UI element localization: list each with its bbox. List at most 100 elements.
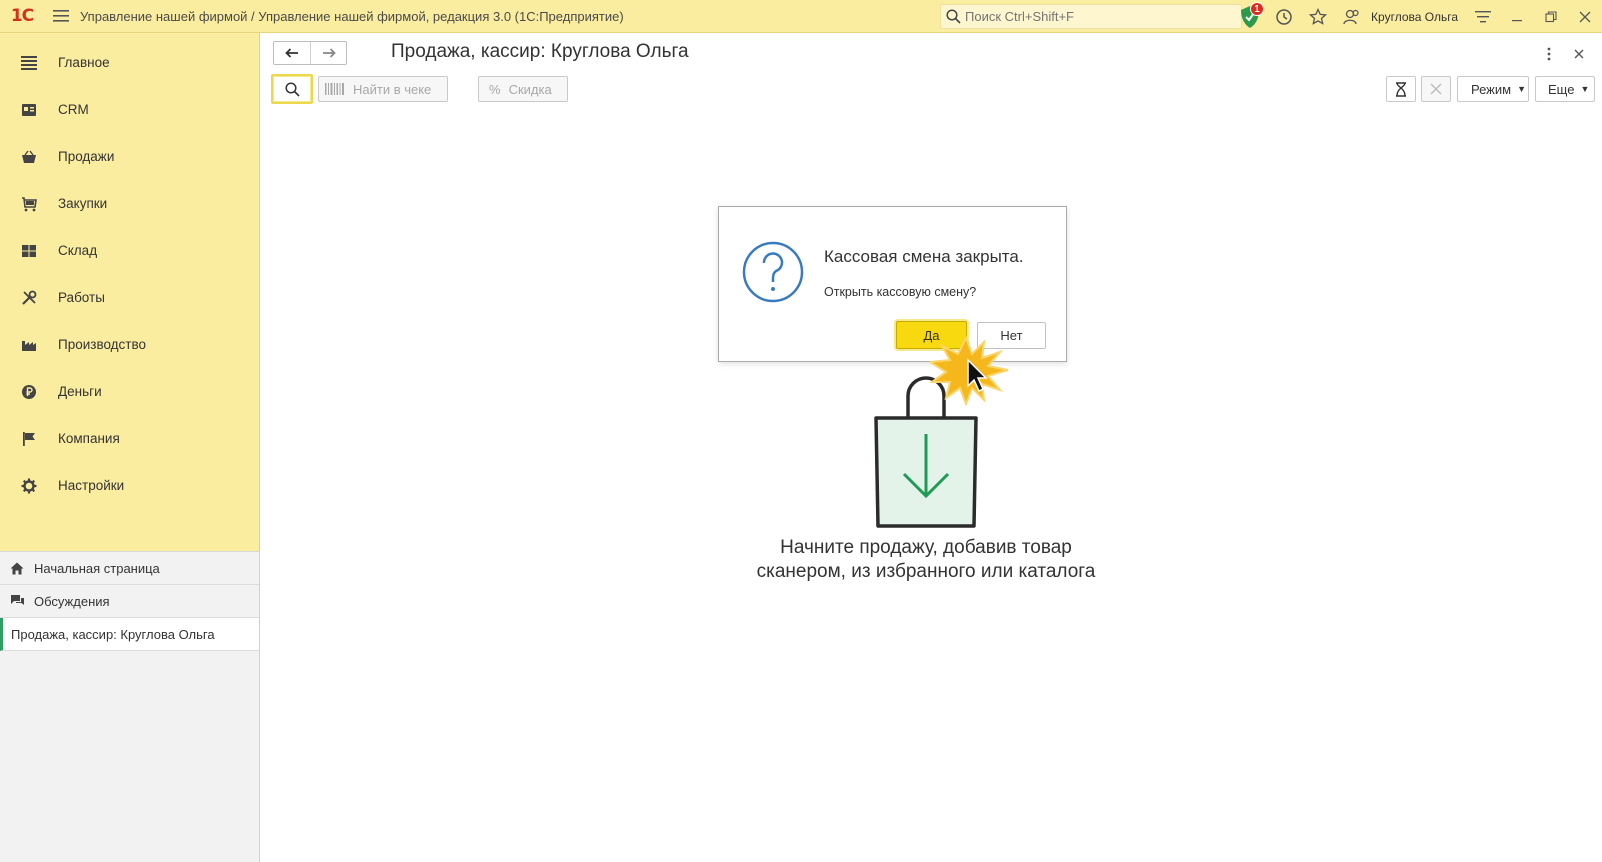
find-in-receipt-label: Найти в чеке <box>353 81 432 97</box>
back-button[interactable] <box>274 42 310 64</box>
mode-dropdown[interactable]: Режим ▼ <box>1457 76 1529 102</box>
empty-receipt-hint: Начните продажу, добавив товар сканером,… <box>711 536 1141 584</box>
cancel-button[interactable] <box>1421 76 1451 102</box>
barcode-icon <box>325 83 344 95</box>
section-label: Настройки <box>58 478 125 493</box>
forward-button[interactable] <box>310 42 346 64</box>
close-icon <box>1579 11 1591 22</box>
factory-icon <box>0 338 58 352</box>
warehouse-icon <box>0 244 58 258</box>
section-label: Деньги <box>58 384 102 399</box>
open-window-home[interactable]: Начальная страница <box>0 552 259 585</box>
basket-icon <box>0 150 58 164</box>
search-icon <box>284 81 300 97</box>
discount-button[interactable]: % Скидка <box>478 76 568 102</box>
favorites-button[interactable] <box>1301 0 1335 33</box>
search-button[interactable] <box>271 74 313 104</box>
section-label: CRM <box>58 102 89 117</box>
section-money[interactable]: Деньги <box>0 368 259 415</box>
section-production[interactable]: Производство <box>0 321 259 368</box>
filter-lines-icon <box>1475 10 1491 22</box>
more-label: Еще <box>1548 81 1575 97</box>
users-icon <box>1343 9 1359 24</box>
hint-line-1: Начните продажу, добавив товар <box>780 537 1072 558</box>
close-icon <box>1430 83 1442 95</box>
document-title: Продажа, кассир: Круглова Ольга <box>391 41 689 62</box>
document-toolbar: Найти в чеке % Скидка Режим ▼ Еще ▼ <box>271 74 1595 104</box>
question-icon <box>742 241 804 303</box>
home-icon <box>0 562 34 575</box>
search-icon <box>946 9 961 24</box>
open-window-label: Продажа, кассир: Круглова Ольга <box>11 626 215 642</box>
section-label: Склад <box>58 243 98 258</box>
dialog-title: Кассовая смена закрыта. <box>824 247 1024 266</box>
app-title: Управление нашей фирмой / Управление наш… <box>80 8 624 24</box>
section-label: Главное <box>58 55 110 70</box>
open-window-label: Начальная страница <box>34 560 160 576</box>
menu-lines-icon <box>0 55 58 70</box>
current-user-name[interactable]: Круглова Ольга <box>1371 10 1458 24</box>
open-window-discussions[interactable]: Обсуждения <box>0 585 259 618</box>
global-search[interactable] <box>940 4 1242 29</box>
open-window-sale[interactable]: Продажа, кассир: Круглова Ольга <box>0 618 259 651</box>
more-dropdown[interactable]: Еще ▼ <box>1535 76 1595 102</box>
title-bar: 1С Управление нашей фирмой / Управление … <box>0 0 1602 33</box>
notification-count-badge: 1 <box>1250 2 1265 16</box>
section-settings[interactable]: Настройки <box>0 462 259 509</box>
section-label: Работы <box>58 290 105 305</box>
section-purchases[interactable]: Закупки <box>0 180 259 227</box>
mode-label: Режим <box>1471 81 1512 97</box>
discount-label: Скидка <box>508 81 552 97</box>
open-window-label: Обсуждения <box>34 593 110 609</box>
history-button[interactable] <box>1267 0 1301 33</box>
sidebar: Главное CRM Продажи Закупки Склад Работы… <box>0 33 260 862</box>
section-label: Производство <box>58 337 147 352</box>
1c-logo: 1С <box>10 6 34 26</box>
section-warehouse[interactable]: Склад <box>0 227 259 274</box>
dialog-message: Открыть кассовую смену? <box>824 285 977 299</box>
restore-button[interactable] <box>1534 0 1568 33</box>
section-label: Закупки <box>58 196 108 211</box>
discussion-icon <box>0 594 34 608</box>
shift-closed-dialog: Кассовая смена закрыта. Открыть кассовую… <box>718 206 1067 362</box>
star-icon <box>1309 7 1328 25</box>
chevron-down-icon: ▼ <box>1580 84 1590 94</box>
flag-icon <box>0 431 58 447</box>
sections-panel: Главное CRM Продажи Закупки Склад Работы… <box>0 33 259 551</box>
crm-icon <box>0 102 58 118</box>
section-sales[interactable]: Продажи <box>0 133 259 180</box>
users-button[interactable] <box>1335 0 1369 33</box>
click-highlight-burst <box>930 336 1009 406</box>
global-search-input[interactable] <box>965 9 1225 24</box>
arrow-left-icon <box>285 48 298 58</box>
cart-icon <box>0 196 58 212</box>
arrow-right-icon <box>322 48 336 58</box>
percent-icon: % <box>489 81 501 97</box>
section-label: Продажи <box>58 149 115 164</box>
close-app-button[interactable] <box>1568 0 1602 33</box>
more-actions-icon[interactable] <box>1538 43 1560 65</box>
gear-icon <box>0 478 58 494</box>
settings-menu-button[interactable] <box>1466 0 1500 33</box>
tools-icon <box>0 290 58 306</box>
main-menu-icon[interactable] <box>44 0 78 33</box>
section-label: Компания <box>58 431 120 446</box>
notifications-button[interactable]: 1 <box>1233 0 1267 33</box>
history-icon <box>1276 8 1292 25</box>
close-document-icon[interactable] <box>1568 43 1590 65</box>
minimize-icon <box>1512 19 1522 21</box>
minimize-button[interactable] <box>1500 0 1534 33</box>
section-company[interactable]: Компания <box>0 415 259 462</box>
find-in-receipt-button[interactable]: Найти в чеке <box>318 76 448 102</box>
section-works[interactable]: Работы <box>0 274 259 321</box>
navigation-buttons <box>273 41 347 65</box>
hourglass-button[interactable] <box>1386 76 1416 102</box>
section-crm[interactable]: CRM <box>0 86 259 133</box>
ruble-icon <box>0 384 58 400</box>
hint-line-2: сканером, из избранного или каталога <box>756 561 1096 582</box>
section-main[interactable]: Главное <box>0 39 259 86</box>
hourglass-icon <box>1396 81 1406 97</box>
restore-icon <box>1545 10 1557 22</box>
open-windows-list: Начальная страница Обсуждения Продажа, к… <box>0 551 259 651</box>
chevron-down-icon: ▼ <box>1517 84 1527 94</box>
